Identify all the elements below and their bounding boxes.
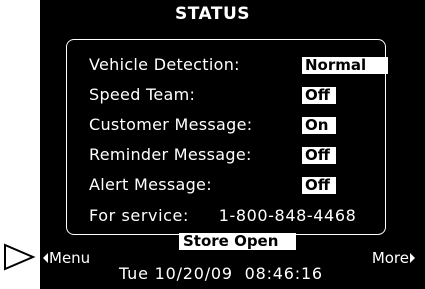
vehicle-detection-label: Vehicle Detection: xyxy=(89,55,240,74)
more-button[interactable]: More xyxy=(372,249,415,267)
more-label: More xyxy=(371,249,409,267)
store-status-badge: Store Open xyxy=(179,233,297,250)
pointer-arrow-icon xyxy=(4,243,36,271)
service-label: For service: xyxy=(89,206,189,225)
customer-message-label: Customer Message: xyxy=(89,115,253,134)
speed-team-label: Speed Team: xyxy=(89,85,196,104)
speed-team-value[interactable]: Off xyxy=(302,87,336,104)
service-line: For service: 1-800-848-4468 xyxy=(89,206,356,225)
display-screen: STATUS Vehicle Detection: Normal Speed T… xyxy=(40,0,425,289)
alert-message-value[interactable]: Off xyxy=(302,177,336,194)
chevron-left-icon xyxy=(43,253,48,263)
customer-message-value[interactable]: On xyxy=(302,117,336,134)
menu-label: Menu xyxy=(49,249,91,267)
screen-title: STATUS xyxy=(174,4,250,24)
date-time-readout: Tue 10/20/09 08:46:16 xyxy=(119,264,323,283)
reminder-message-value[interactable]: Off xyxy=(302,147,336,164)
reminder-message-label: Reminder Message: xyxy=(89,145,252,164)
alert-message-label: Alert Message: xyxy=(89,175,212,194)
chevron-right-icon xyxy=(410,253,415,263)
vehicle-detection-value[interactable]: Normal xyxy=(302,57,388,74)
menu-button[interactable]: Menu xyxy=(43,249,90,267)
service-phone: 1-800-848-4468 xyxy=(218,206,357,225)
